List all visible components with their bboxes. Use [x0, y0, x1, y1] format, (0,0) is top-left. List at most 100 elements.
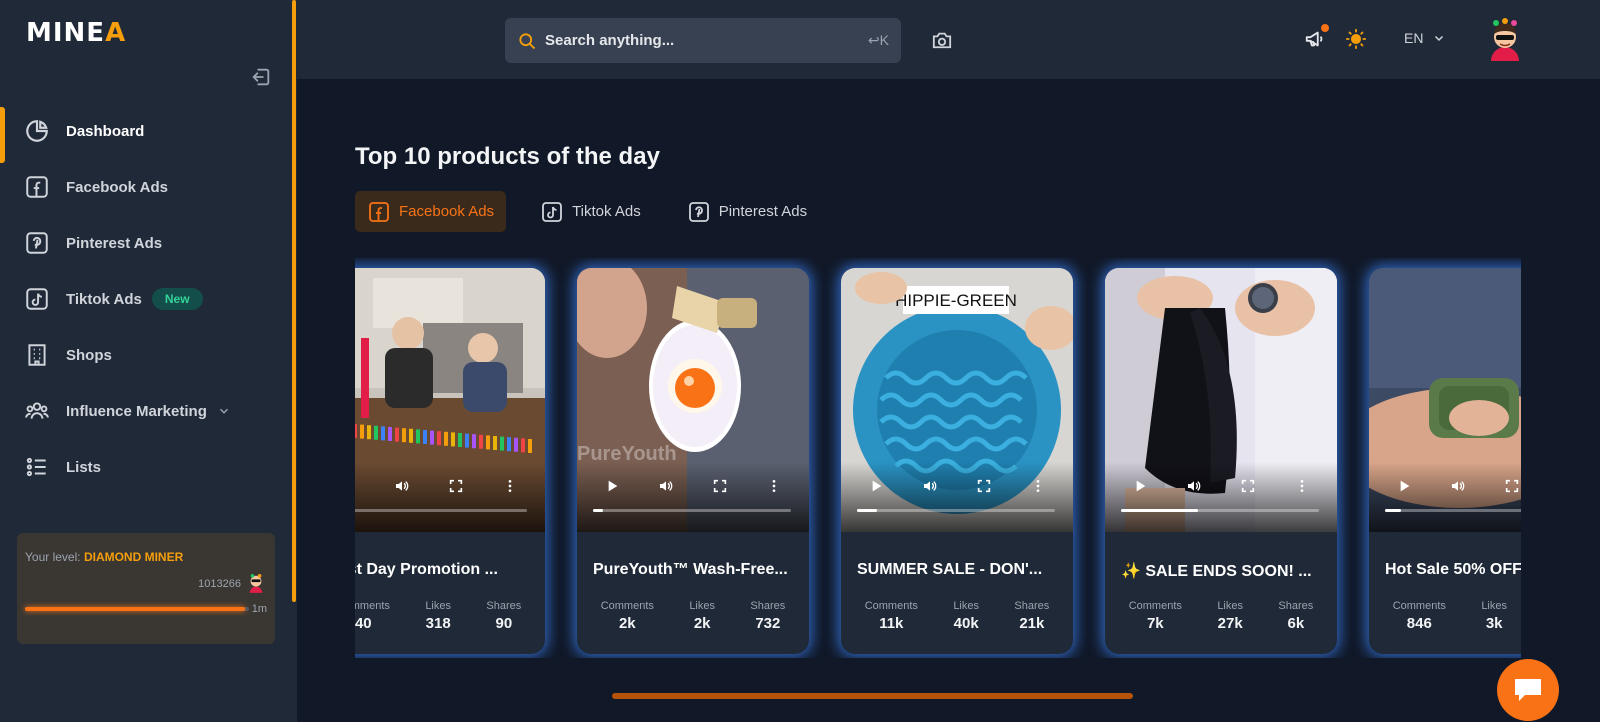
language-label: EN [1404, 30, 1424, 46]
chat-icon [1515, 679, 1541, 701]
play-icon[interactable] [1132, 478, 1148, 494]
video-progress-bar[interactable] [1385, 509, 1521, 512]
product-card[interactable]: PureYouth PureYouth™ Wash-Free... Commen… [577, 268, 809, 654]
fullscreen-icon[interactable] [976, 478, 992, 494]
more-options-icon[interactable] [1294, 478, 1310, 494]
product-stats: Comments 40 Likes 318 Shares 90 [355, 600, 545, 632]
product-card[interactable]: HIPPIE-GREEN SUMMER SALE - DON'... Comme… [841, 268, 1073, 654]
sidebar-item-pinterest-ads[interactable]: Pinterest Ads [0, 215, 290, 271]
play-icon[interactable] [355, 478, 356, 494]
product-card[interactable]: Hot Sale 50% OFF... Comments 846 Likes 3k … [1369, 268, 1521, 654]
chat-button[interactable] [1497, 659, 1559, 721]
tab-tiktok-ads[interactable]: Tiktok Ads [528, 191, 653, 232]
tab-facebook-ads[interactable]: Facebook Ads [355, 191, 507, 232]
more-options-icon[interactable] [766, 478, 782, 494]
sidebar-item-label: Influence Marketing [66, 402, 207, 420]
sidebar-item-influence-marketing[interactable]: Influence Marketing [0, 383, 290, 439]
stat-shares: 732 [755, 615, 781, 632]
video-progress-bar[interactable] [1121, 509, 1319, 512]
product-stats: Comments846 Likes3k Shares [1369, 600, 1521, 632]
sidebar-item-shops[interactable]: Shops [0, 327, 290, 383]
level-avatar-icon [249, 574, 263, 593]
stat-shares: 90 [495, 615, 513, 632]
play-icon[interactable] [868, 478, 884, 494]
facebook-icon [369, 201, 389, 222]
stat-comments: 846 [1406, 615, 1432, 632]
search-bar[interactable]: ↩K [505, 18, 901, 63]
product-title[interactable]: PureYouth™ Wash-Free... [593, 561, 797, 579]
fullscreen-icon[interactable] [448, 478, 464, 494]
volume-icon[interactable] [1450, 478, 1466, 494]
product-card[interactable]: Last Day Promotion ... Comments 40 Likes 3… [355, 268, 545, 654]
page-title: Top 10 products of the day [355, 143, 660, 170]
sidebar: MINEA Dashboard Facebook Ads Pinterest A… [0, 0, 297, 722]
app-logo[interactable]: MINEA [26, 18, 126, 48]
sidebar-scrollbar[interactable] [292, 0, 296, 602]
chevron-down-icon [219, 408, 228, 414]
product-title[interactable]: SUMMER SALE - DON'... [857, 561, 1061, 579]
search-input[interactable] [545, 32, 868, 49]
stat-label-shares: Shares [1014, 600, 1050, 612]
video-player[interactable]: PureYouth [577, 268, 809, 532]
tab-pinterest-ads[interactable]: Pinterest Ads [675, 191, 819, 232]
sidebar-nav: Dashboard Facebook Ads Pinterest Ads Tik… [0, 103, 290, 495]
fullscreen-icon[interactable] [1504, 478, 1520, 494]
user-avatar[interactable] [1485, 17, 1525, 61]
product-carousel[interactable]: Last Day Promotion ... Comments 40 Likes 3… [355, 258, 1521, 658]
notification-dot [1321, 24, 1329, 32]
carousel-scrollbar[interactable] [612, 693, 1133, 699]
language-selector[interactable]: EN [1404, 30, 1445, 46]
sidebar-item-label: Pinterest Ads [66, 234, 163, 252]
video-progress-bar[interactable] [355, 509, 527, 512]
collapse-sidebar-icon[interactable] [250, 66, 272, 88]
stat-comments: 7k [1146, 615, 1164, 632]
fullscreen-icon[interactable] [712, 478, 728, 494]
play-icon[interactable] [604, 478, 620, 494]
video-progress-bar[interactable] [593, 509, 791, 512]
product-title[interactable]: ✨ SALE ENDS SOON! ... [1121, 561, 1325, 581]
stat-comments: 11k [879, 615, 904, 632]
stat-likes: 27k [1217, 615, 1243, 632]
stat-label-likes: Likes [1217, 600, 1243, 612]
tab-label: Facebook Ads [399, 203, 495, 220]
video-controls [1105, 474, 1337, 498]
video-controls [577, 474, 809, 498]
volume-icon[interactable] [922, 478, 938, 494]
stat-label-likes: Likes [425, 600, 451, 612]
sidebar-item-lists[interactable]: Lists [0, 439, 290, 495]
stat-label-shares: Shares [1278, 600, 1314, 612]
product-stats: Comments 7k Likes 27k Shares 6k [1105, 600, 1337, 632]
stat-likes: 3k [1485, 615, 1503, 632]
stat-likes: 2k [693, 615, 711, 632]
product-stats: Comments 11k Likes 40k Shares 21k [841, 600, 1073, 632]
product-title[interactable]: Hot Sale 50% OFF... [1385, 561, 1521, 579]
sidebar-item-facebook-ads[interactable]: Facebook Ads [0, 159, 290, 215]
video-player[interactable] [1369, 268, 1521, 532]
sidebar-item-dashboard[interactable]: Dashboard [0, 103, 290, 163]
more-options-icon[interactable] [1030, 478, 1046, 494]
video-player[interactable] [355, 268, 545, 532]
volume-icon[interactable] [394, 478, 410, 494]
more-options-icon[interactable] [502, 478, 518, 494]
camera-icon[interactable] [931, 30, 953, 50]
stat-label-likes: Likes [1481, 600, 1507, 612]
product-title[interactable]: Last Day Promotion ... [355, 561, 533, 579]
video-caption: HIPPIE-GREEN [895, 291, 1017, 310]
pie-chart-icon [26, 120, 48, 142]
play-icon[interactable] [1396, 478, 1412, 494]
video-player[interactable]: HIPPIE-GREEN [841, 268, 1073, 532]
video-controls [355, 474, 545, 498]
topbar: ↩K EN [297, 0, 1600, 79]
product-card[interactable]: ✨ SALE ENDS SOON! ... Comments 7k Likes 27… [1105, 268, 1337, 654]
sidebar-item-tiktok-ads[interactable]: Tiktok Ads New [0, 271, 290, 327]
video-progress-bar[interactable] [857, 509, 1055, 512]
tab-label: Pinterest Ads [718, 203, 808, 220]
sidebar-item-label: Lists [66, 458, 102, 476]
video-player[interactable] [1105, 268, 1337, 532]
fullscreen-icon[interactable] [1240, 478, 1256, 494]
stat-label-comments: Comments [600, 600, 654, 612]
volume-icon[interactable] [658, 478, 674, 494]
volume-icon[interactable] [1186, 478, 1202, 494]
sun-icon[interactable] [1345, 28, 1367, 50]
pinterest-icon [688, 201, 709, 222]
